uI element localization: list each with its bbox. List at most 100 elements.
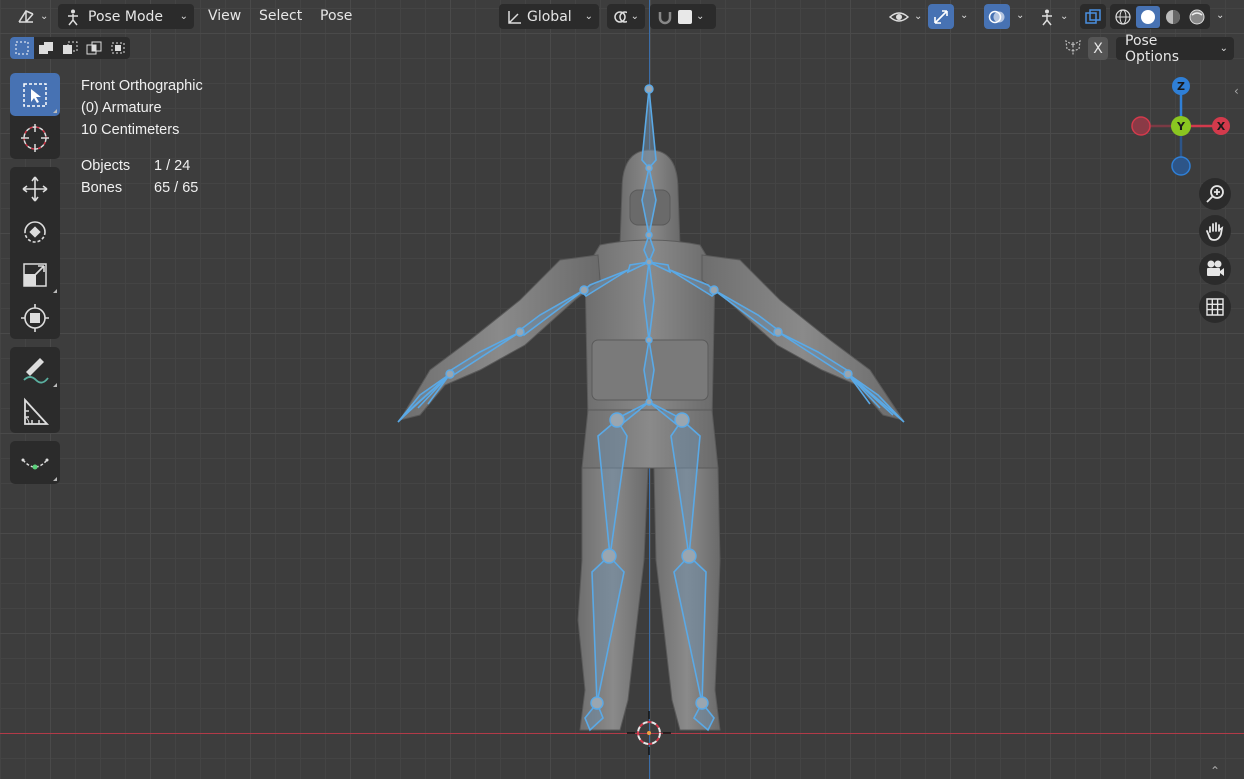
select-extend-button[interactable] bbox=[34, 37, 58, 59]
camera-icon bbox=[1207, 260, 1224, 276]
tool-move[interactable] bbox=[10, 167, 60, 210]
select-extend-icon bbox=[39, 42, 53, 54]
chevron-down-icon[interactable]: ⌄ bbox=[960, 10, 968, 21]
select-mode-group bbox=[10, 37, 130, 59]
menu-pose[interactable]: Pose bbox=[312, 4, 360, 29]
snap-magnet-icon bbox=[658, 11, 672, 24]
mirror-butterfly-icon[interactable] bbox=[1063, 39, 1083, 57]
chevron-down-icon: ⌄ bbox=[1219, 43, 1228, 54]
objects-value: 1 / 24 bbox=[154, 158, 191, 174]
rendered-shading-icon[interactable] bbox=[1186, 7, 1208, 27]
transform-orientation-dropdown[interactable]: Global ⌄ bbox=[499, 4, 599, 29]
material-shading-icon[interactable] bbox=[1162, 7, 1184, 27]
shading-group[interactable] bbox=[1110, 4, 1210, 29]
viewport-info-overlay: Front Orthographic (0) Armature 10 Centi… bbox=[81, 75, 203, 199]
hand-pan-icon bbox=[1206, 222, 1224, 241]
select-intersect-button[interactable] bbox=[106, 37, 130, 59]
overlays-icon bbox=[988, 10, 1005, 23]
move-icon bbox=[22, 176, 48, 201]
tool-relax-pose[interactable] bbox=[10, 441, 60, 484]
tool-cursor[interactable] bbox=[10, 116, 60, 159]
pose-mode-icon bbox=[68, 9, 78, 25]
zoom-button[interactable] bbox=[1199, 178, 1231, 210]
neg-x-axis-icon[interactable] bbox=[1131, 116, 1151, 136]
gizmo-toggle[interactable] bbox=[928, 4, 954, 29]
neg-z-axis-icon[interactable] bbox=[1171, 156, 1191, 176]
snap-group[interactable]: ⌄ bbox=[650, 4, 716, 29]
navigation-gizmo[interactable]: X Z Y bbox=[1120, 72, 1244, 182]
pivot-icon bbox=[614, 10, 627, 23]
select-set-icon bbox=[15, 41, 29, 55]
viewport-header: ⌄ Pose Mode ⌄ View Select Pose Global ⌄ … bbox=[0, 0, 1244, 33]
bones-value: 65 / 65 bbox=[154, 180, 199, 196]
z-axis-label: Z bbox=[1177, 80, 1185, 93]
pose-options-label: Pose Options bbox=[1125, 32, 1180, 65]
xray-icon bbox=[1085, 8, 1101, 24]
relax-pose-icon bbox=[21, 458, 49, 469]
measure-icon bbox=[24, 397, 50, 425]
tool-annotate[interactable] bbox=[10, 347, 60, 390]
select-subtract-button[interactable] bbox=[58, 37, 82, 59]
rotate-icon bbox=[24, 220, 46, 243]
chevron-down-icon: ⌄ bbox=[696, 11, 705, 22]
solid-shading-button[interactable] bbox=[1136, 5, 1160, 28]
eye-icon bbox=[888, 11, 910, 22]
x-axis-label: X bbox=[1217, 120, 1226, 133]
select-box-icon bbox=[23, 82, 47, 107]
select-subtract-icon bbox=[63, 41, 78, 54]
chevron-down-icon: ⌄ bbox=[584, 11, 593, 22]
wireframe-shading-icon[interactable] bbox=[1112, 7, 1134, 27]
select-set-button[interactable] bbox=[10, 37, 34, 59]
x-mirror-toggle[interactable]: X bbox=[1088, 37, 1108, 60]
xray-toggle[interactable] bbox=[1080, 4, 1106, 29]
armature-icon bbox=[1042, 9, 1052, 25]
chevron-down-icon: ⌄ bbox=[179, 11, 188, 22]
bone-overlay-dropdown[interactable]: ⌄ bbox=[1032, 4, 1074, 29]
tool-measure[interactable] bbox=[10, 390, 60, 433]
chevron-down-icon[interactable]: ⌄ bbox=[1216, 10, 1224, 21]
tool-transform[interactable] bbox=[10, 296, 60, 339]
3d-cursor-icon bbox=[627, 711, 671, 755]
chevron-down-icon[interactable]: ⌄ bbox=[1016, 10, 1024, 21]
snap-target-icon bbox=[678, 9, 692, 24]
pose-options-dropdown[interactable]: Pose Options ⌄ bbox=[1116, 33, 1234, 65]
select-intersect-icon bbox=[111, 42, 125, 54]
scale-icon bbox=[23, 262, 47, 287]
grid-scale: 10 Centimeters bbox=[81, 122, 180, 138]
view-name: Front Orthographic bbox=[81, 78, 203, 94]
pan-button[interactable] bbox=[1199, 215, 1231, 247]
tool-select-box[interactable] bbox=[10, 73, 60, 116]
camera-view-button[interactable] bbox=[1199, 253, 1231, 285]
mode-dropdown[interactable]: Pose Mode ⌄ bbox=[58, 4, 194, 29]
tool-scale[interactable] bbox=[10, 253, 60, 296]
solid-shading-icon bbox=[1141, 9, 1155, 24]
chevron-down-icon: ⌄ bbox=[1060, 11, 1069, 22]
mode-label: Pose Mode bbox=[88, 8, 164, 25]
transform-icon bbox=[21, 303, 49, 332]
chevron-up-icon[interactable]: ⌃ bbox=[1210, 764, 1220, 778]
chevron-down-icon: ⌄ bbox=[914, 11, 923, 22]
select-difference-button[interactable] bbox=[82, 37, 106, 59]
grid-ortho-icon bbox=[1206, 298, 1224, 316]
editor-type-button[interactable]: ⌄ bbox=[10, 4, 54, 29]
objects-label: Objects bbox=[81, 158, 131, 174]
object-name: (0) Armature bbox=[81, 100, 162, 116]
orientation-label: Global bbox=[527, 8, 572, 25]
cursor-icon bbox=[21, 123, 49, 152]
3d-viewport-icon bbox=[18, 9, 34, 23]
tool-shelf bbox=[10, 73, 60, 492]
select-difference-icon bbox=[86, 41, 102, 55]
zoom-icon bbox=[1206, 185, 1224, 203]
pivot-point-dropdown[interactable]: ⌄ bbox=[607, 4, 645, 29]
menu-select[interactable]: Select bbox=[251, 4, 310, 29]
gizmo-icon bbox=[934, 9, 948, 24]
ortho-toggle-button[interactable] bbox=[1199, 291, 1231, 323]
chevron-down-icon: ⌄ bbox=[630, 11, 639, 22]
y-axis-label: Y bbox=[1176, 120, 1186, 133]
orientation-icon bbox=[508, 10, 521, 24]
visibility-dropdown[interactable]: ⌄ bbox=[882, 4, 928, 29]
bones-label: Bones bbox=[81, 180, 123, 196]
tool-rotate[interactable] bbox=[10, 210, 60, 253]
menu-view[interactable]: View bbox=[200, 4, 249, 29]
overlays-toggle[interactable] bbox=[984, 4, 1010, 29]
